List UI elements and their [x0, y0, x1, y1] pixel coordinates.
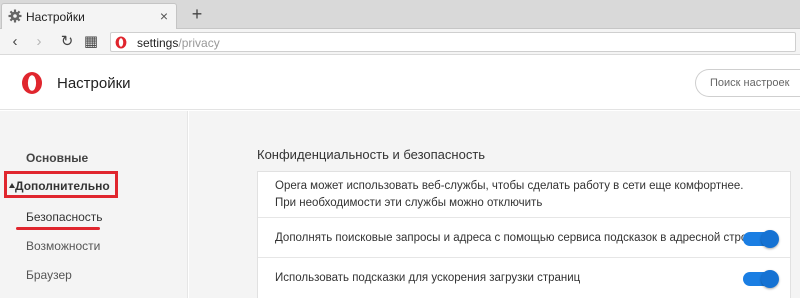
close-icon[interactable]: ×	[160, 8, 168, 24]
search-suggestions-toggle[interactable]	[743, 230, 779, 248]
reload-button[interactable]: ↻	[58, 33, 76, 51]
search-input[interactable]: Поиск настроек	[695, 69, 800, 97]
sidebar-item-basic[interactable]: Основные	[26, 151, 88, 165]
toolbar: ‹ › ↻ ▦ settings/privacy	[0, 29, 800, 55]
main-content: Конфиденциальность и безопасность Opera …	[189, 111, 800, 298]
new-tab-button[interactable]: +	[186, 3, 208, 25]
setting-description: Opera может использовать веб-службы, что…	[275, 180, 744, 209]
url-path: /privacy	[178, 36, 220, 50]
tab-settings[interactable]: Настройки ×	[1, 3, 177, 29]
url-text: settings/privacy	[137, 36, 220, 50]
back-button[interactable]: ‹	[6, 33, 24, 51]
setting-label: Дополнять поисковые запросы и адреса с п…	[275, 232, 759, 244]
privacy-card: Opera может использовать веб-службы, что…	[257, 171, 791, 298]
forward-button[interactable]: ›	[30, 33, 48, 51]
settings-header: Настройки Поиск настроек	[0, 55, 800, 110]
highlight-underline	[16, 227, 100, 230]
speed-dial-button[interactable]: ▦	[82, 33, 100, 51]
url-host: settings	[137, 36, 179, 50]
sidebar: Основные Дополнительно Безопасность Возм…	[0, 111, 188, 298]
opera-logo-icon	[22, 72, 42, 94]
address-bar[interactable]: settings/privacy	[110, 32, 796, 52]
opera-logo-icon	[115, 36, 127, 49]
sidebar-item-features[interactable]: Возможности	[26, 239, 100, 253]
search-placeholder: Поиск настроек	[710, 77, 790, 89]
toggle-knob	[761, 230, 779, 248]
sidebar-item-advanced[interactable]: Дополнительно	[15, 179, 110, 193]
tab-title: Настройки	[26, 10, 85, 24]
sidebar-item-browser[interactable]: Браузер	[26, 268, 72, 282]
setting-row: Opera может использовать веб-службы, что…	[258, 172, 790, 218]
setting-label: Использовать подсказки для ускорения заг…	[275, 272, 581, 284]
page-preload-toggle[interactable]	[743, 270, 779, 288]
sidebar-item-security[interactable]: Безопасность	[26, 210, 103, 224]
page-title: Настройки	[57, 75, 131, 92]
gear-icon	[8, 9, 22, 23]
tab-strip: Настройки × +	[0, 0, 800, 29]
setting-row: Использовать подсказки для ускорения заг…	[258, 258, 790, 299]
setting-row: Дополнять поисковые запросы и адреса с п…	[258, 218, 790, 258]
section-title: Конфиденциальность и безопасность	[257, 147, 486, 162]
toggle-knob	[761, 270, 779, 288]
